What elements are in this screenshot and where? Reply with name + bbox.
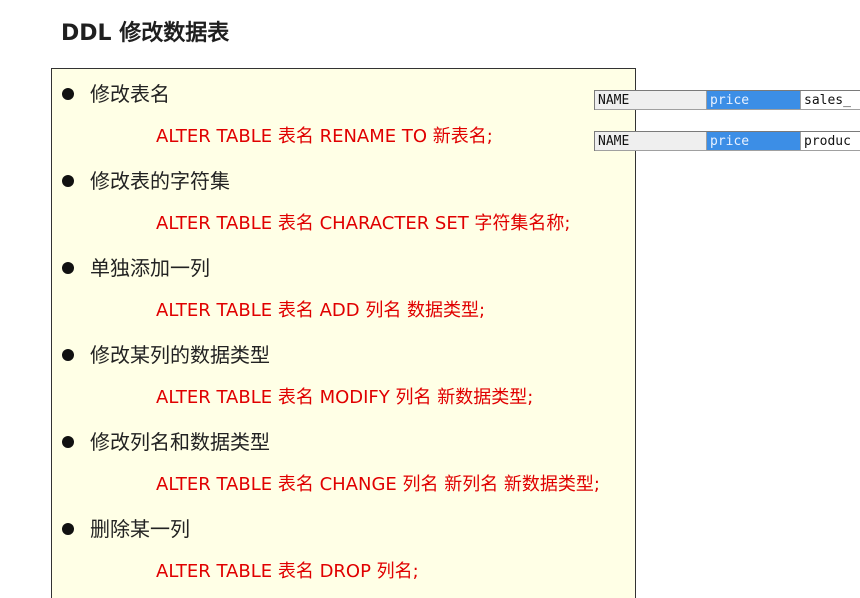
page-title: DDL 修改数据表 bbox=[61, 21, 230, 46]
side-table-row: NAME price sales_ bbox=[594, 90, 860, 110]
item-label: 修改表名 bbox=[90, 82, 170, 106]
item-code: ALTER TABLE 表名 CHARACTER SET 字符集名称; bbox=[156, 213, 571, 234]
bullet-icon bbox=[62, 436, 74, 448]
bullet-icon bbox=[62, 349, 74, 361]
bullet-icon bbox=[62, 262, 74, 274]
item-code: ALTER TABLE 表名 RENAME TO 新表名; bbox=[156, 126, 493, 147]
table-cell-name: NAME bbox=[595, 132, 707, 151]
bullet-icon bbox=[62, 523, 74, 535]
item-code: ALTER TABLE 表名 DROP 列名; bbox=[156, 561, 419, 582]
bullet-icon bbox=[62, 88, 74, 100]
bullet-icon bbox=[62, 175, 74, 187]
item-code: ALTER TABLE 表名 ADD 列名 数据类型; bbox=[156, 300, 486, 321]
item-code: ALTER TABLE 表名 CHANGE 列名 新列名 新数据类型; bbox=[156, 474, 600, 495]
table-cell-price: price bbox=[707, 91, 801, 110]
item-label: 单独添加一列 bbox=[90, 256, 210, 280]
ddl-content-box: 修改表名 ALTER TABLE 表名 RENAME TO 新表名; 修改表的字… bbox=[51, 68, 636, 598]
table-cell-sales: sales_ bbox=[801, 91, 860, 110]
item-code: ALTER TABLE 表名 MODIFY 列名 新数据类型; bbox=[156, 387, 534, 408]
table-cell-name: NAME bbox=[595, 91, 707, 110]
side-table-row: NAME price produc bbox=[594, 131, 860, 151]
table-cell-price: price bbox=[707, 132, 801, 151]
item-label: 修改某列的数据类型 bbox=[90, 343, 270, 367]
item-label: 修改列名和数据类型 bbox=[90, 430, 270, 454]
table-cell-product: produc bbox=[801, 132, 860, 151]
item-label: 删除某一列 bbox=[90, 517, 190, 541]
item-label: 修改表的字符集 bbox=[90, 169, 230, 193]
